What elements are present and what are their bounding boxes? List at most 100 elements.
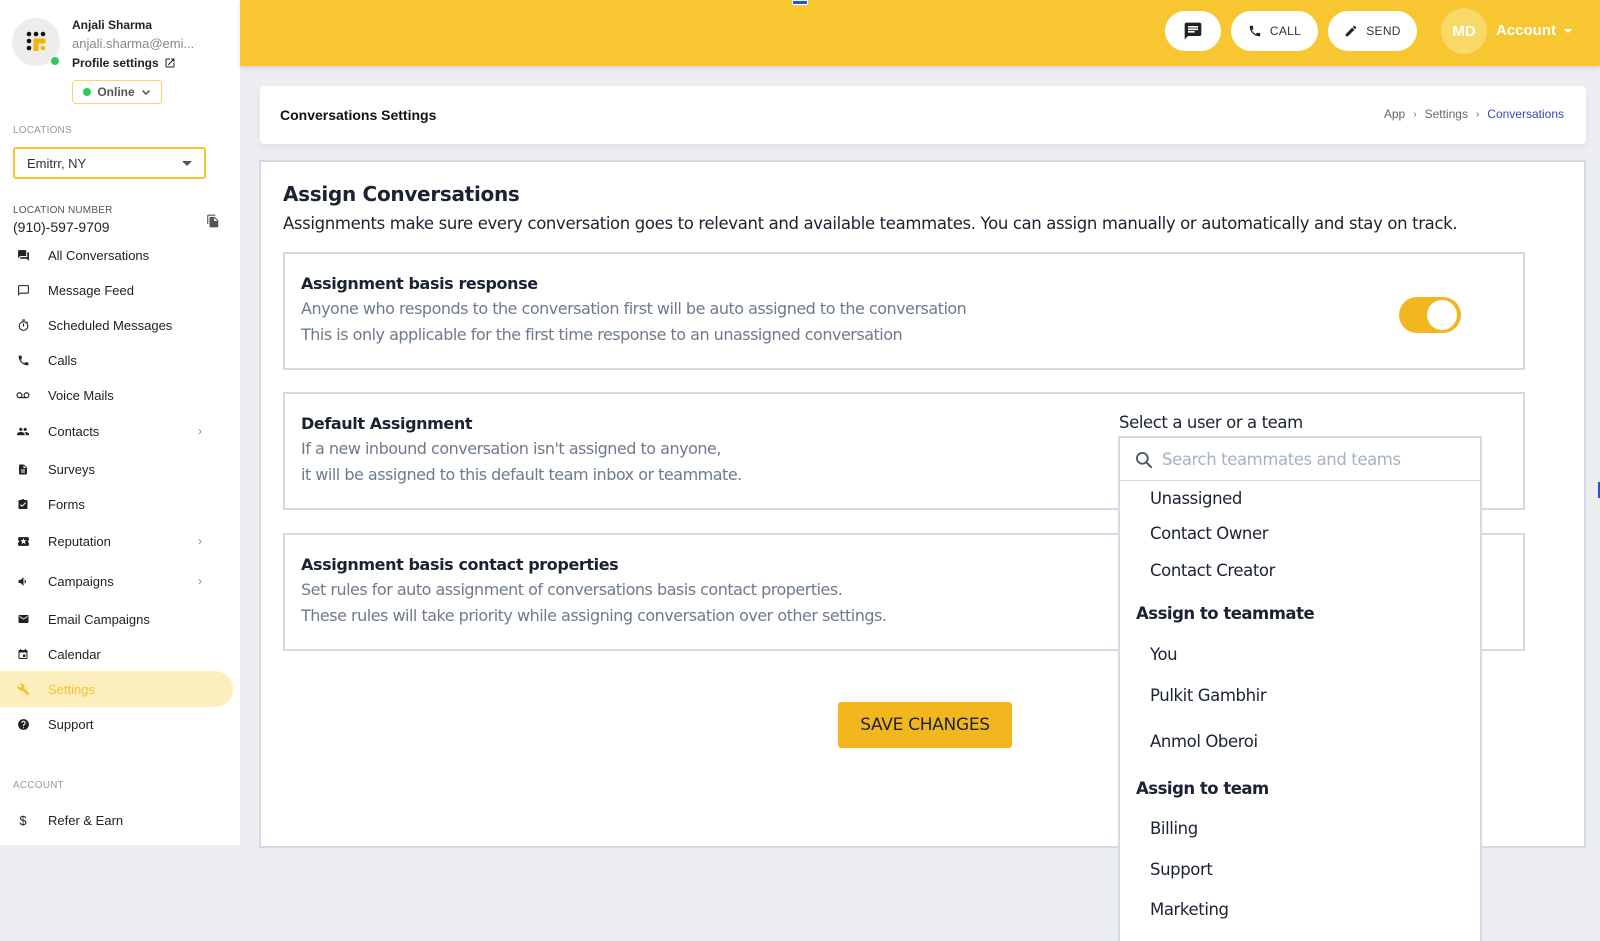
dropdown-option-you[interactable]: You: [1150, 645, 1178, 664]
sidebar-item-label: Refer & Earn: [48, 812, 124, 828]
sidebar-item-message-feed[interactable]: Message Feed: [0, 272, 233, 308]
message-icon: [16, 283, 30, 297]
sidebar-item-support[interactable]: Support: [0, 706, 233, 742]
call-button[interactable]: CALL: [1231, 11, 1318, 51]
setting-description-line: Set rules for auto assignment of convers…: [301, 580, 843, 599]
sidebar-item-calls[interactable]: Calls: [0, 342, 233, 378]
account-label: Account: [1496, 22, 1556, 39]
caret-down-icon: [182, 161, 192, 166]
search-icon: [1136, 452, 1153, 469]
dropdown-option-contact-creator[interactable]: Contact Creator: [1150, 561, 1275, 580]
forum-icon: [16, 248, 30, 262]
locations-label: LOCATIONS: [13, 125, 72, 136]
avatar[interactable]: [12, 18, 60, 66]
status-label: Online: [97, 85, 135, 99]
location-number-label: LOCATION NUMBER: [13, 205, 113, 216]
dollar-icon: $: [19, 812, 27, 828]
location-select[interactable]: Emitrr, NY: [13, 147, 206, 179]
emitrr-logo-icon: [26, 31, 46, 51]
page-header: Conversations Settings App › Settings › …: [260, 86, 1586, 144]
sidebar-item-surveys[interactable]: Surveys: [0, 451, 233, 487]
sidebar-item-forms[interactable]: Forms: [0, 486, 233, 522]
wrench-icon: [16, 682, 30, 696]
external-link-icon: [165, 58, 175, 68]
sidebar-item-settings[interactable]: Settings: [0, 671, 233, 707]
sidebar-item-label: Scheduled Messages: [48, 317, 173, 333]
setting-title: Assignment basis contact properties: [301, 555, 619, 574]
sidebar-item-label: Calls: [48, 352, 77, 368]
phone-icon: [16, 353, 30, 367]
send-label: SEND: [1366, 24, 1401, 38]
chevron-right-icon: ›: [198, 534, 202, 548]
account-avatar[interactable]: MD: [1441, 8, 1487, 54]
sidebar-item-label: Support: [48, 716, 94, 732]
dropdown-option-marketing[interactable]: Marketing: [1150, 900, 1229, 919]
chevron-down-icon: [141, 90, 150, 95]
chevron-right-icon: ›: [198, 574, 202, 588]
assignee-search[interactable]: [1118, 436, 1482, 482]
profile-settings-link[interactable]: Profile settings: [72, 56, 176, 70]
setting-description-line: it will be assigned to this default team…: [301, 465, 742, 484]
status-dropdown[interactable]: Online: [72, 80, 162, 104]
profile-settings-label: Profile settings: [72, 56, 159, 70]
assignment-basis-response-toggle[interactable]: [1399, 297, 1461, 333]
dropdown-option-support[interactable]: Support: [1150, 860, 1213, 879]
dropdown-option-contact-owner[interactable]: Contact Owner: [1150, 524, 1269, 543]
breadcrumb-app[interactable]: App: [1384, 107, 1405, 121]
ticket-star-icon: [16, 534, 30, 548]
dropdown-group-team: Assign to team: [1136, 779, 1269, 798]
toggle-knob: [1427, 300, 1457, 330]
sidebar-item-all-conversations[interactable]: All Conversations: [0, 237, 233, 273]
chat-button[interactable]: [1165, 11, 1221, 51]
timer-icon: [16, 318, 30, 332]
online-status-dot: [50, 56, 60, 66]
chevron-right-icon: ›: [1413, 108, 1417, 120]
setting-description-line: These rules will take priority while ass…: [301, 606, 887, 625]
profile-name: Anjali Sharma: [72, 18, 153, 32]
setting-description-line: If a new inbound conversation isn't assi…: [301, 439, 721, 458]
assignee-search-input[interactable]: [1162, 446, 1462, 472]
clipboard-check-icon: [16, 497, 30, 511]
setting-title: Assignment basis response: [301, 274, 538, 293]
assignment-basis-response-section: Assignment basis response Anyone who res…: [283, 252, 1525, 370]
voicemail-icon: [16, 388, 30, 402]
help-icon: [16, 717, 30, 731]
calendar-icon: [16, 647, 30, 661]
dropdown-option-unassigned[interactable]: Unassigned: [1150, 489, 1242, 508]
breadcrumb-conversations: Conversations: [1487, 107, 1564, 121]
sidebar-item-refer-earn[interactable]: $ Refer & Earn: [0, 802, 233, 838]
breadcrumb: App › Settings › Conversations: [1384, 107, 1564, 121]
sidebar-item-calendar[interactable]: Calendar: [0, 636, 233, 672]
breadcrumb-settings[interactable]: Settings: [1425, 107, 1468, 121]
account-menu[interactable]: Account: [1496, 22, 1572, 39]
account-section-label: ACCOUNT: [13, 780, 64, 791]
sidebar-item-label: Email Campaigns: [48, 611, 150, 627]
section-title: Assign Conversations: [283, 182, 520, 206]
pencil-icon: [1345, 25, 1357, 37]
sidebar-item-scheduled-messages[interactable]: Scheduled Messages: [0, 307, 233, 343]
sidebar-item-contacts[interactable]: Contacts ›: [0, 413, 233, 449]
sidebar-item-email-campaigns[interactable]: Email Campaigns: [0, 601, 233, 637]
dropdown-option-anmol-oberoi[interactable]: Anmol Oberoi: [1150, 732, 1258, 751]
location-selected-value: Emitrr, NY: [27, 155, 87, 171]
sidebar-item-reputation[interactable]: Reputation ›: [0, 523, 233, 559]
copy-icon[interactable]: [206, 213, 220, 229]
sidebar-item-voice-mails[interactable]: Voice Mails: [0, 377, 233, 413]
page-title: Conversations Settings: [280, 107, 437, 123]
sidebar-item-campaigns[interactable]: Campaigns ›: [0, 563, 233, 599]
assignee-select-label: Select a user or a team: [1119, 413, 1303, 432]
assignee-dropdown-list: Unassigned Contact Owner Contact Creator…: [1118, 481, 1482, 941]
sidebar-item-label: Surveys: [48, 461, 95, 477]
location-number: (910)-597-9709: [13, 219, 110, 235]
chevron-right-icon: ›: [1475, 108, 1480, 120]
profile-email: anjali.sharma@emi...: [72, 36, 195, 51]
dropdown-option-billing[interactable]: Billing: [1150, 819, 1198, 838]
save-changes-button[interactable]: SAVE CHANGES: [838, 702, 1012, 748]
sidebar-item-label: All Conversations: [48, 247, 150, 263]
dropdown-group-teammate: Assign to teammate: [1136, 604, 1315, 623]
dropdown-option-pulkit-gambhir[interactable]: Pulkit Gambhir: [1150, 686, 1267, 705]
send-button[interactable]: SEND: [1328, 11, 1417, 51]
online-dot-icon: [83, 88, 92, 96]
setting-title: Default Assignment: [301, 414, 473, 433]
setting-description-line: This is only applicable for the first ti…: [301, 325, 903, 344]
